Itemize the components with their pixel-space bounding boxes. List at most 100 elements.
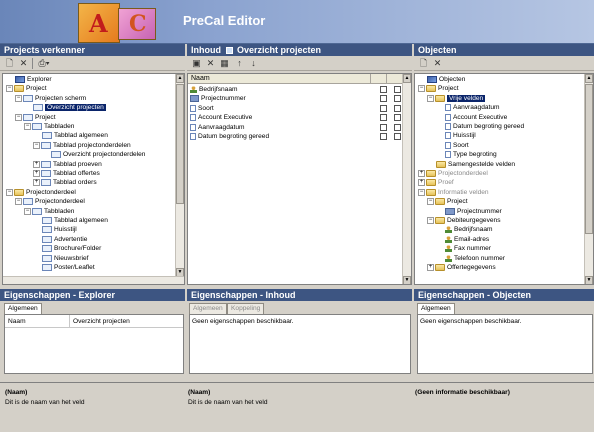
tree-item[interactable]: − Vrije velden: [427, 94, 486, 103]
list-item[interactable]: Datum begroting gereed: [190, 133, 401, 141]
collapse-icon[interactable]: −: [427, 217, 434, 224]
tree-item[interactable]: − Project: [6, 85, 47, 93]
tree-item[interactable]: − Project: [418, 85, 459, 93]
collapse-icon[interactable]: −: [15, 94, 22, 102]
list-item[interactable]: Projectnummer: [190, 95, 401, 103]
collapse-icon[interactable]: −: [418, 188, 425, 196]
tree-item[interactable]: − Debiteurgegevens: [427, 217, 501, 225]
row-checkbox[interactable]: [380, 95, 387, 103]
scroll-up-icon[interactable]: ▲: [403, 74, 411, 83]
arrow-up-icon[interactable]: ↑: [234, 58, 245, 69]
scrollbar-thumb[interactable]: [176, 84, 184, 204]
row-checkbox[interactable]: [394, 114, 401, 122]
collapse-icon[interactable]: −: [15, 113, 22, 121]
scroll-up-icon[interactable]: ▲: [176, 74, 184, 83]
tree-item[interactable]: − Projectonderdeel: [6, 188, 76, 197]
tree-item[interactable]: Samengestelde velden: [427, 160, 515, 169]
collapse-icon[interactable]: −: [418, 85, 425, 93]
collapse-icon[interactable]: −: [6, 85, 13, 93]
collapse-icon[interactable]: −: [427, 94, 434, 102]
explorer-tree[interactable]: Explorer − Project − Projecten scherm Overzic…: [2, 73, 185, 285]
tree-item[interactable]: − Informatie velden: [418, 188, 489, 197]
new-document-icon[interactable]: 🗋: [4, 58, 15, 69]
row-checkbox[interactable]: [394, 104, 401, 112]
tree-item[interactable]: Brochure/Folder: [33, 245, 101, 253]
tree-item[interactable]: − Project: [427, 198, 468, 206]
tree-item[interactable]: Bedrijfsnaam: [436, 226, 492, 234]
tab-algemeen[interactable]: Algemeen: [417, 303, 455, 314]
tab-algemeen[interactable]: Algemeen: [189, 303, 227, 314]
inhoud-vertical-scrollbar[interactable]: ▲ ▼: [402, 74, 411, 284]
tree-item[interactable]: + Projectonderdeel: [418, 170, 488, 178]
list-item[interactable]: Account Executive: [190, 114, 401, 122]
tab-koppeling[interactable]: Koppeling: [227, 303, 265, 314]
tree-item[interactable]: Nieuwsbrief: [33, 254, 88, 263]
row-checkbox[interactable]: [394, 95, 401, 103]
expand-icon[interactable]: +: [33, 179, 40, 187]
explorer-vertical-scrollbar[interactable]: ▲ ▼: [175, 74, 184, 277]
row-checkbox[interactable]: [380, 86, 387, 93]
explorer-horizontal-scrollbar[interactable]: [3, 276, 184, 284]
print-icon[interactable]: ⎙▾: [36, 58, 52, 69]
scrollbar-thumb[interactable]: [585, 84, 593, 234]
tree-item[interactable]: Advertentie: [33, 235, 87, 244]
tree-item[interactable]: Objecten: [418, 76, 465, 84]
explorer-properties-grid[interactable]: Naam Overzicht projecten: [4, 314, 184, 374]
tree-item[interactable]: Fax nummer: [436, 245, 491, 253]
scroll-down-icon[interactable]: ▼: [403, 276, 411, 284]
tree-item[interactable]: − Projectonderdeel: [15, 198, 85, 206]
tree-item[interactable]: Aanvraagdatum: [436, 104, 500, 112]
properties-icon[interactable]: ▦: [219, 58, 230, 69]
tree-item[interactable]: + Tabblad orders: [33, 179, 97, 187]
tree-item[interactable]: Poster/Leaflet: [33, 264, 95, 272]
tree-item[interactable]: + Offertegegevens: [427, 264, 496, 272]
tree-item[interactable]: Telefoon nummer: [436, 254, 505, 263]
tree-item[interactable]: Overzicht projecten: [24, 104, 106, 112]
expand-icon[interactable]: +: [418, 170, 425, 177]
row-checkbox[interactable]: [380, 104, 387, 112]
scroll-up-icon[interactable]: ▲: [585, 74, 593, 83]
row-checkbox[interactable]: [394, 123, 401, 131]
expand-icon[interactable]: +: [33, 170, 40, 177]
row-checkbox[interactable]: [380, 123, 387, 131]
tab-algemeen[interactable]: Algemeen: [4, 303, 42, 314]
list-item[interactable]: Aanvraagdatum: [190, 123, 401, 132]
new-document-icon[interactable]: 🗋: [418, 58, 429, 69]
delete-icon[interactable]: ✕: [18, 58, 29, 69]
collapse-icon[interactable]: −: [6, 188, 13, 196]
tree-item[interactable]: − Tabbladen: [24, 123, 74, 131]
collapse-icon[interactable]: −: [427, 198, 434, 206]
row-checkbox[interactable]: [380, 133, 387, 140]
list-column-header[interactable]: Naam: [188, 74, 402, 84]
tree-item[interactable]: + Tabblad offertes: [33, 170, 100, 178]
expand-icon[interactable]: +: [418, 179, 425, 187]
tree-item[interactable]: − Project: [15, 113, 56, 122]
tree-item[interactable]: Account Executive: [436, 113, 507, 122]
tree-item[interactable]: + Tabblad proeven: [33, 160, 102, 169]
inhoud-list[interactable]: Naam Bedrijfsnaam Projectnummer Soort Accou…: [187, 73, 412, 285]
collapse-icon[interactable]: −: [33, 141, 40, 149]
scroll-down-icon[interactable]: ▼: [585, 276, 593, 284]
tree-item[interactable]: Email-adres: [436, 235, 489, 244]
expand-icon[interactable]: +: [33, 160, 40, 168]
row-checkbox[interactable]: [394, 133, 401, 140]
arrow-down-icon[interactable]: ↓: [248, 58, 259, 69]
row-checkbox[interactable]: [394, 86, 401, 93]
tree-item[interactable]: Type begroting: [436, 151, 497, 159]
list-item[interactable]: Soort: [190, 104, 401, 113]
tree-item[interactable]: Huisstijl: [33, 226, 77, 234]
delete-icon[interactable]: ✕: [432, 58, 443, 69]
tree-item[interactable]: Soort: [436, 141, 469, 150]
tree-item[interactable]: − Tabbladen: [24, 207, 74, 216]
tree-item[interactable]: Overzicht projectonderdelen: [42, 151, 145, 159]
objecten-tree[interactable]: Objecten − Project − Vrije velden Aanvraagdat…: [414, 73, 594, 285]
tree-item[interactable]: Huisstijl: [436, 132, 476, 140]
objecten-vertical-scrollbar[interactable]: ▲ ▼: [584, 74, 593, 284]
collapse-icon[interactable]: −: [24, 123, 31, 130]
list-item[interactable]: Bedrijfsnaam: [190, 86, 401, 94]
delete-icon[interactable]: ✕: [205, 58, 216, 69]
tree-item[interactable]: Datum begroting gereed: [436, 123, 524, 131]
property-value-naam[interactable]: Overzicht projecten: [73, 318, 130, 325]
tree-item[interactable]: Tabblad algemeen: [33, 217, 108, 225]
save-icon[interactable]: ▣: [191, 58, 202, 69]
